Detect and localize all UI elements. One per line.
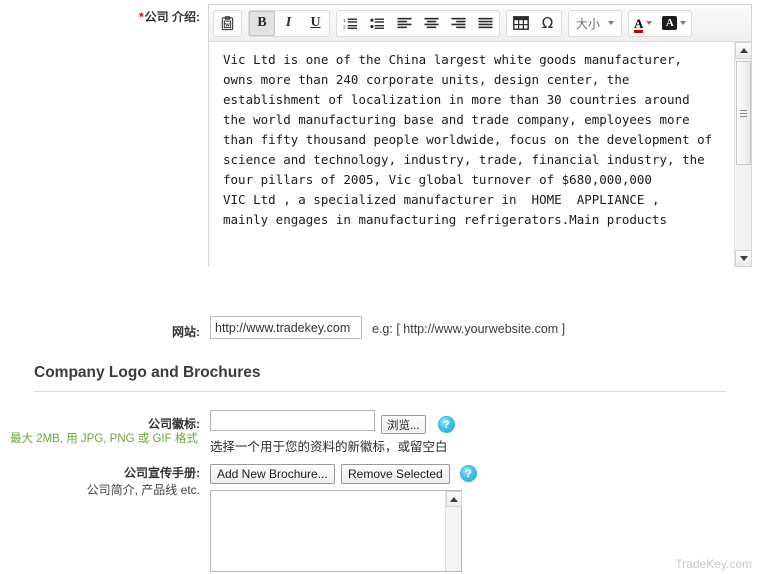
logo-browse-button[interactable]: 浏览...: [381, 415, 426, 434]
align-justify-icon[interactable]: [472, 11, 499, 36]
scrollbar-grip-icon: [740, 108, 747, 119]
underline-icon[interactable]: U: [302, 11, 329, 36]
scroll-up-arrow-icon[interactable]: [446, 491, 462, 507]
website-label: 网站:: [172, 325, 200, 339]
paste-from-word-icon[interactable]: W: [214, 11, 241, 36]
add-new-brochure-button[interactable]: Add New Brochure...: [210, 464, 335, 484]
required-marker: *: [138, 10, 144, 24]
text-color-icon: A: [634, 15, 644, 33]
logo-file-input[interactable]: [210, 410, 375, 431]
logo-hint-text: 选择一个用于您的资料的新徽标，或留空白: [210, 440, 448, 454]
editor-vertical-scrollbar[interactable]: [734, 42, 751, 267]
font-size-label: 大小: [576, 16, 601, 31]
toolbar-group-clipboard: W: [213, 9, 242, 37]
section-title: Company Logo and Brochures: [34, 364, 261, 381]
text-color-letter: A: [634, 15, 644, 31]
company-intro-label: *公司 介绍:: [0, 8, 200, 25]
toolbar-group-insert: Ω: [506, 9, 562, 37]
align-center-icon[interactable]: [418, 11, 445, 36]
editor-content-area[interactable]: Vic Ltd is one of the China largest whit…: [209, 42, 751, 267]
chevron-down-icon: [646, 21, 653, 25]
align-right-icon[interactable]: [445, 11, 472, 36]
italic-icon[interactable]: I: [275, 11, 302, 36]
profile-form-page: *公司 介绍: W B I U 1 2 Ω 大小 A A Vic Ltd is …: [0, 0, 760, 574]
svg-text:W: W: [225, 22, 231, 28]
logo-size-note: 最大 2MB, 用 JPG, PNG 或 GIF 格式: [10, 433, 198, 445]
company-intro-editor[interactable]: W B I U 1 2 Ω 大小 A A Vic Ltd is one of t…: [208, 4, 752, 267]
toolbar-group-text-style: B I U: [248, 9, 330, 37]
chevron-down-icon: [680, 21, 687, 25]
ordered-list-icon[interactable]: 1 2: [337, 11, 364, 36]
company-intro-label-text: 公司 介绍:: [144, 10, 200, 24]
svg-text:1: 1: [343, 18, 346, 23]
bold-icon[interactable]: B: [249, 10, 275, 36]
scrollbar-thumb[interactable]: [736, 61, 751, 165]
toolbar-group-colors: A A: [628, 9, 693, 37]
font-size-select[interactable]: 大小: [569, 11, 621, 36]
toolbar-group-font-size: 大小: [568, 9, 623, 37]
background-color-icon: A: [662, 16, 678, 30]
table-icon[interactable]: [507, 11, 534, 36]
brochure-list[interactable]: [210, 490, 462, 572]
omega-icon[interactable]: Ω: [534, 11, 561, 36]
website-example-text: e.g: [ http://www.yourwebsite.com ]: [372, 322, 566, 336]
svg-text:2: 2: [343, 24, 346, 29]
website-input[interactable]: [210, 316, 362, 339]
chevron-down-icon: [608, 21, 615, 25]
company-intro-text[interactable]: Vic Ltd is one of the China largest whit…: [223, 50, 717, 230]
unordered-list-icon[interactable]: [364, 11, 391, 36]
watermark: TradeKey.com: [675, 557, 752, 571]
brochure-list-scrollbar[interactable]: [445, 491, 462, 571]
logo-help-icon[interactable]: ?: [438, 416, 455, 433]
editor-toolbar: W B I U 1 2 Ω 大小 A A: [209, 5, 751, 42]
section-divider: [34, 391, 726, 392]
brochure-label: 公司宣传手册:: [124, 466, 200, 480]
background-color-letter: A: [665, 17, 674, 29]
scroll-down-arrow-icon[interactable]: [735, 250, 751, 267]
brochure-help-icon[interactable]: ?: [460, 465, 477, 482]
background-color-button[interactable]: A: [657, 11, 691, 36]
align-left-icon[interactable]: [391, 11, 418, 36]
company-logo-section: Company Logo and Brochures: [34, 364, 726, 392]
toolbar-group-lists-alignment: 1 2: [336, 9, 500, 37]
scroll-up-arrow-icon[interactable]: [735, 42, 751, 59]
remove-selected-button[interactable]: Remove Selected: [341, 464, 450, 484]
text-color-button[interactable]: A: [629, 11, 657, 36]
brochure-sublabel: 公司简介, 产品线 etc.: [86, 483, 200, 497]
